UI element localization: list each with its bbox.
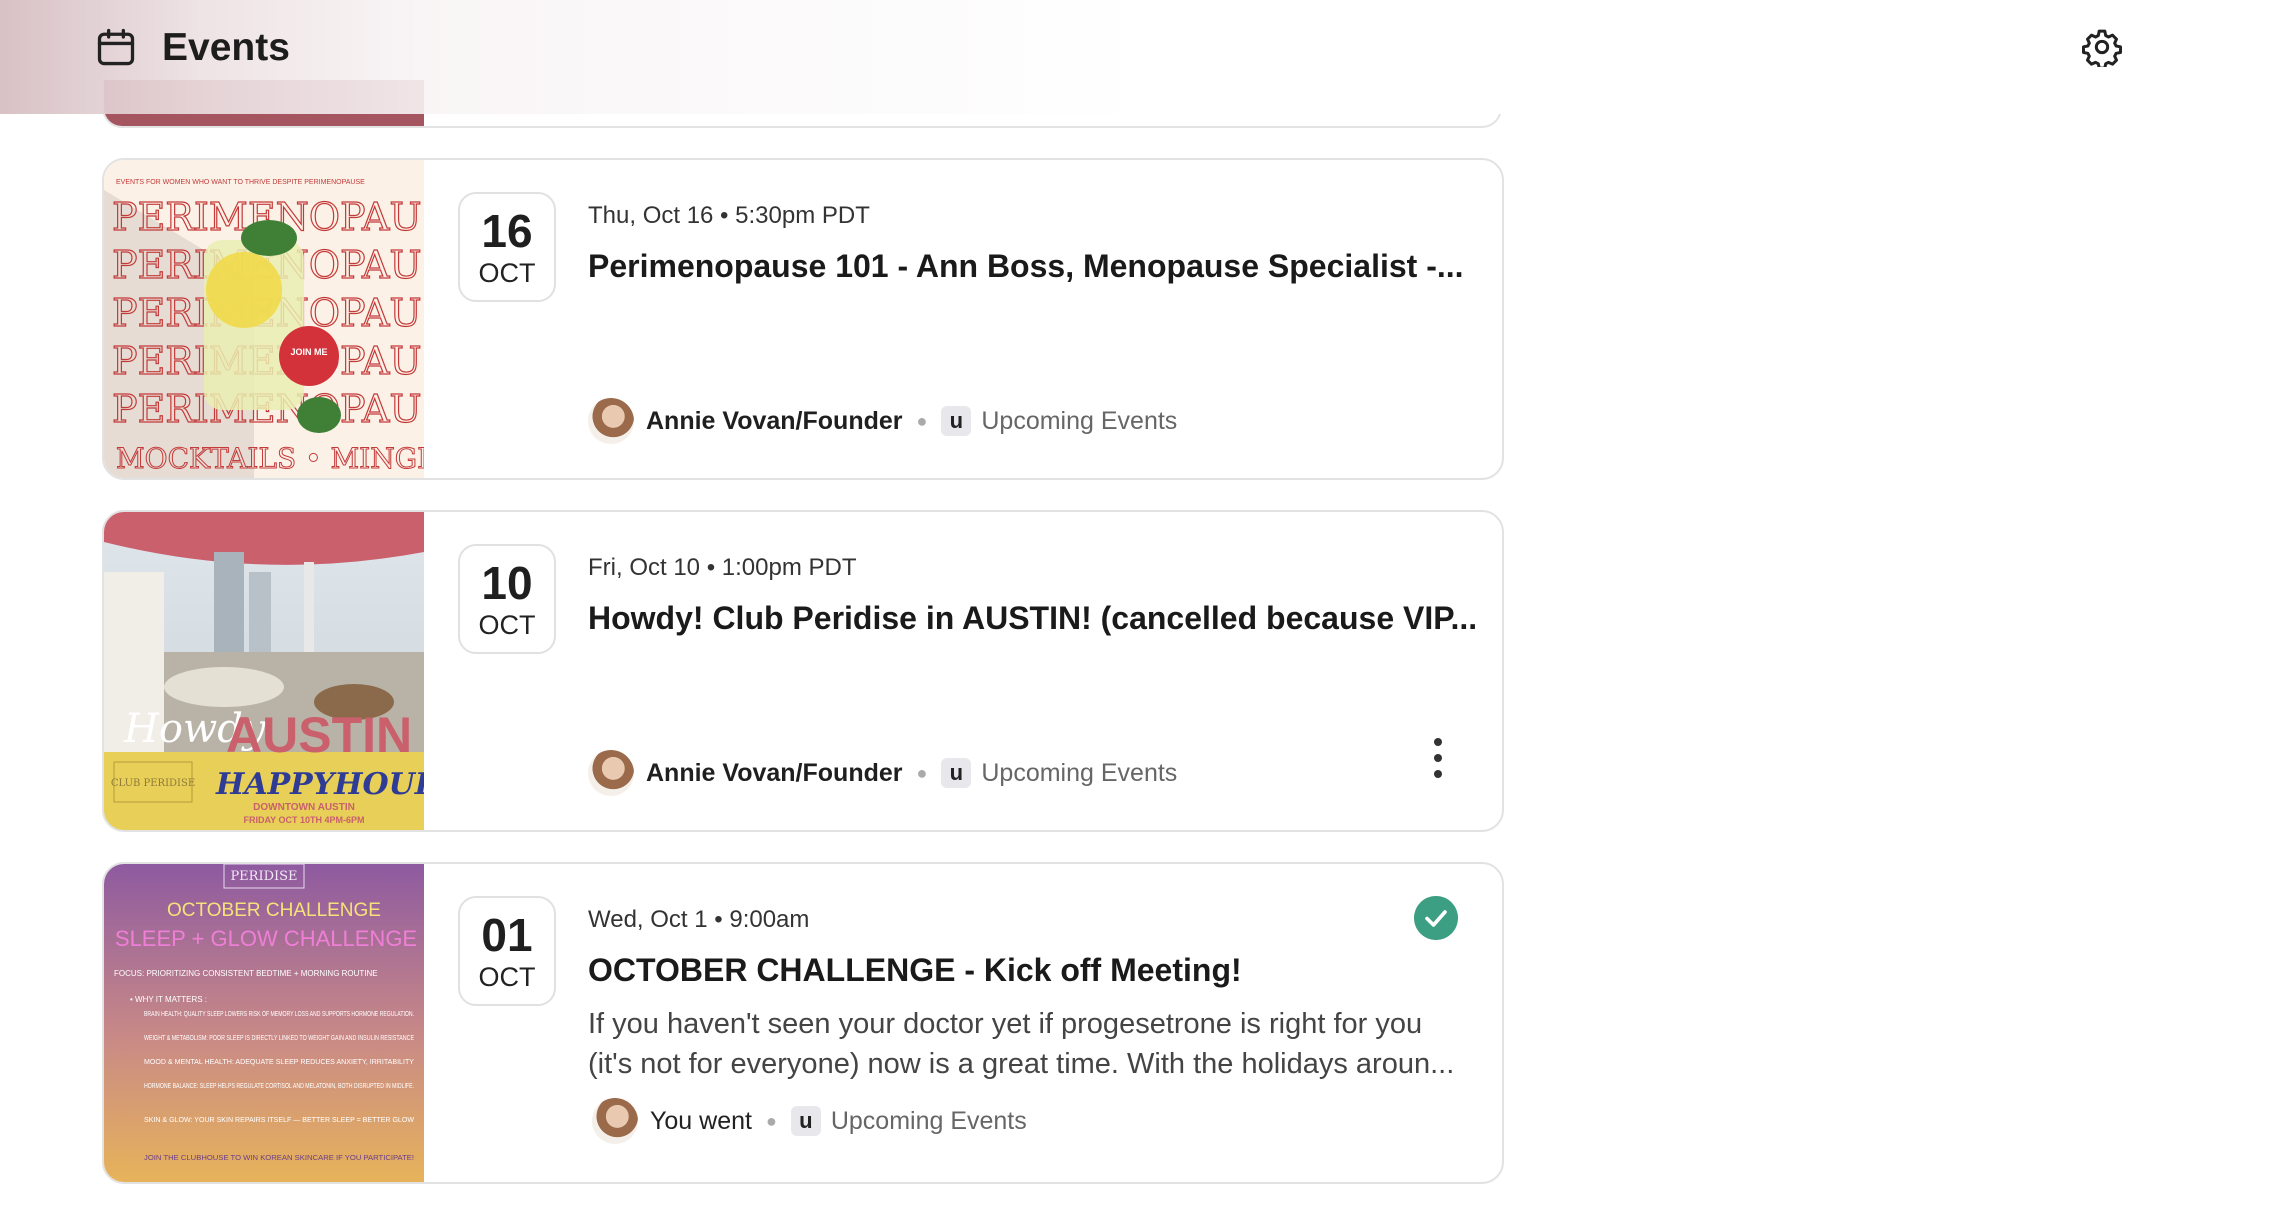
- event-datetime: Thu, Oct 16 • 5:30pm PDT: [588, 202, 870, 229]
- event-card[interactable]: Howdy AUSTIN CLUB PERIDISE HAPPYHOUR DOW…: [102, 510, 1504, 832]
- event-day: 16: [481, 205, 533, 257]
- event-description: If you haven't seen your doctor yet if p…: [588, 1008, 1455, 1080]
- event-space[interactable]: Upcoming Events: [981, 759, 1177, 788]
- thumb-bullet: SKIN & GLOW: YOUR SKIN REPAIRS ITSELF — …: [144, 1117, 414, 1124]
- event-title[interactable]: Perimenopause 101 - Ann Boss, Menopause …: [588, 248, 1464, 285]
- space-icon: u: [941, 758, 972, 788]
- thumb-footer: JOIN THE CLUBHOUSE TO WIN KOREAN SKINCAR…: [144, 1155, 414, 1162]
- header-title-group: Events: [94, 24, 290, 72]
- event-day: 10: [481, 557, 533, 609]
- thumb-bottom: MOCKTAILS • MINGLE: [116, 442, 424, 475]
- event-datetime: Fri, Oct 10 • 1:00pm PDT: [588, 554, 857, 581]
- attended-check-icon: [1414, 896, 1458, 940]
- avatar[interactable]: [588, 398, 634, 444]
- event-date-box: 10 OCT: [458, 544, 556, 654]
- avatar[interactable]: [588, 750, 634, 796]
- space-icon: u: [790, 1106, 821, 1136]
- event-day: 01: [481, 909, 533, 961]
- space-icon: u: [941, 406, 972, 436]
- thumb-head1: OCTOBER CHALLENGE: [167, 900, 381, 921]
- event-card[interactable]: EVENTS FOR WOMEN WHO WANT TO THRIVE DESP…: [102, 158, 1504, 480]
- event-card[interactable]: PERIDISE OCTOBER CHALLENGE SLEEP + GLOW …: [102, 862, 1504, 1184]
- thumb-badge: JOIN ME: [290, 347, 327, 357]
- event-thumbnail[interactable]: EVENTS FOR WOMEN WHO WANT TO THRIVE DESP…: [104, 160, 424, 478]
- thumb-line2: FRIDAY OCT 10TH 4PM-6PM: [243, 815, 364, 825]
- event-meta: You went ● u Upcoming Events: [592, 1096, 1027, 1146]
- event-title[interactable]: Howdy! Club Peridise in AUSTIN! (cancell…: [588, 600, 1477, 637]
- more-options-icon[interactable]: [1428, 736, 1448, 780]
- separator-dot: ●: [916, 762, 928, 783]
- avatar[interactable]: [592, 1098, 638, 1144]
- event-author[interactable]: Annie Vovan/Founder: [646, 759, 903, 788]
- thumb-logo: PERIDISE: [230, 869, 297, 884]
- page-header: Events: [0, 0, 2294, 114]
- thumb-happyhour: HAPPYHOUR: [215, 767, 424, 802]
- thumb-why: • WHY IT MATTERS :: [130, 995, 207, 1004]
- thumb-line1: DOWNTOWN AUSTIN: [253, 802, 355, 813]
- event-thumbnail[interactable]: PERIDISE OCTOBER CHALLENGE SLEEP + GLOW …: [104, 864, 424, 1182]
- event-month: OCT: [478, 610, 536, 640]
- event-title[interactable]: OCTOBER CHALLENGE - Kick off Meeting!: [588, 952, 1242, 989]
- gear-icon[interactable]: [2082, 27, 2122, 67]
- thumb-city: AUSTIN: [226, 707, 412, 763]
- event-meta: Annie Vovan/Founder ● u Upcoming Events: [588, 396, 1177, 446]
- thumb-bullet: BRAIN HEALTH: QUALITY SLEEP LOWERS RISK …: [144, 1011, 414, 1018]
- thumb-bullet: MOOD & MENTAL HEALTH: ADEQUATE SLEEP RED…: [144, 1059, 414, 1066]
- event-space[interactable]: Upcoming Events: [831, 1107, 1027, 1136]
- thumb-focus: FOCUS: PRIORITIZING CONSISTENT BEDTIME +…: [114, 969, 378, 978]
- event-date-box: 16 OCT: [458, 192, 556, 302]
- thumb-logo: CLUB PERIDISE: [111, 778, 195, 789]
- event-date-box: 01 OCT: [458, 896, 556, 1006]
- thumb-head2: SLEEP + GLOW CHALLENGE: [115, 926, 417, 951]
- page-title: Events: [162, 26, 290, 69]
- event-month: OCT: [478, 962, 536, 992]
- thumb-bullet: WEIGHT & METABOLISM: POOR SLEEP IS DIREC…: [144, 1035, 414, 1042]
- rsvp-status: You went: [650, 1106, 752, 1135]
- thumb-bullet: HORMONE BALANCE: SLEEP HELPS REGULATE CO…: [144, 1083, 414, 1090]
- event-meta: Annie Vovan/Founder ● u Upcoming Events: [588, 748, 1177, 798]
- event-author[interactable]: Annie Vovan/Founder: [646, 407, 903, 436]
- separator-dot: ●: [765, 1110, 777, 1131]
- event-datetime: Wed, Oct 1 • 9:00am: [588, 906, 810, 933]
- separator-dot: ●: [916, 410, 928, 431]
- event-thumbnail[interactable]: Howdy AUSTIN CLUB PERIDISE HAPPYHOUR DOW…: [104, 512, 424, 830]
- event-space[interactable]: Upcoming Events: [981, 407, 1177, 436]
- thumb-top-line: EVENTS FOR WOMEN WHO WANT TO THRIVE DESP…: [116, 179, 365, 186]
- event-month: OCT: [478, 258, 536, 288]
- calendar-icon: [97, 28, 135, 66]
